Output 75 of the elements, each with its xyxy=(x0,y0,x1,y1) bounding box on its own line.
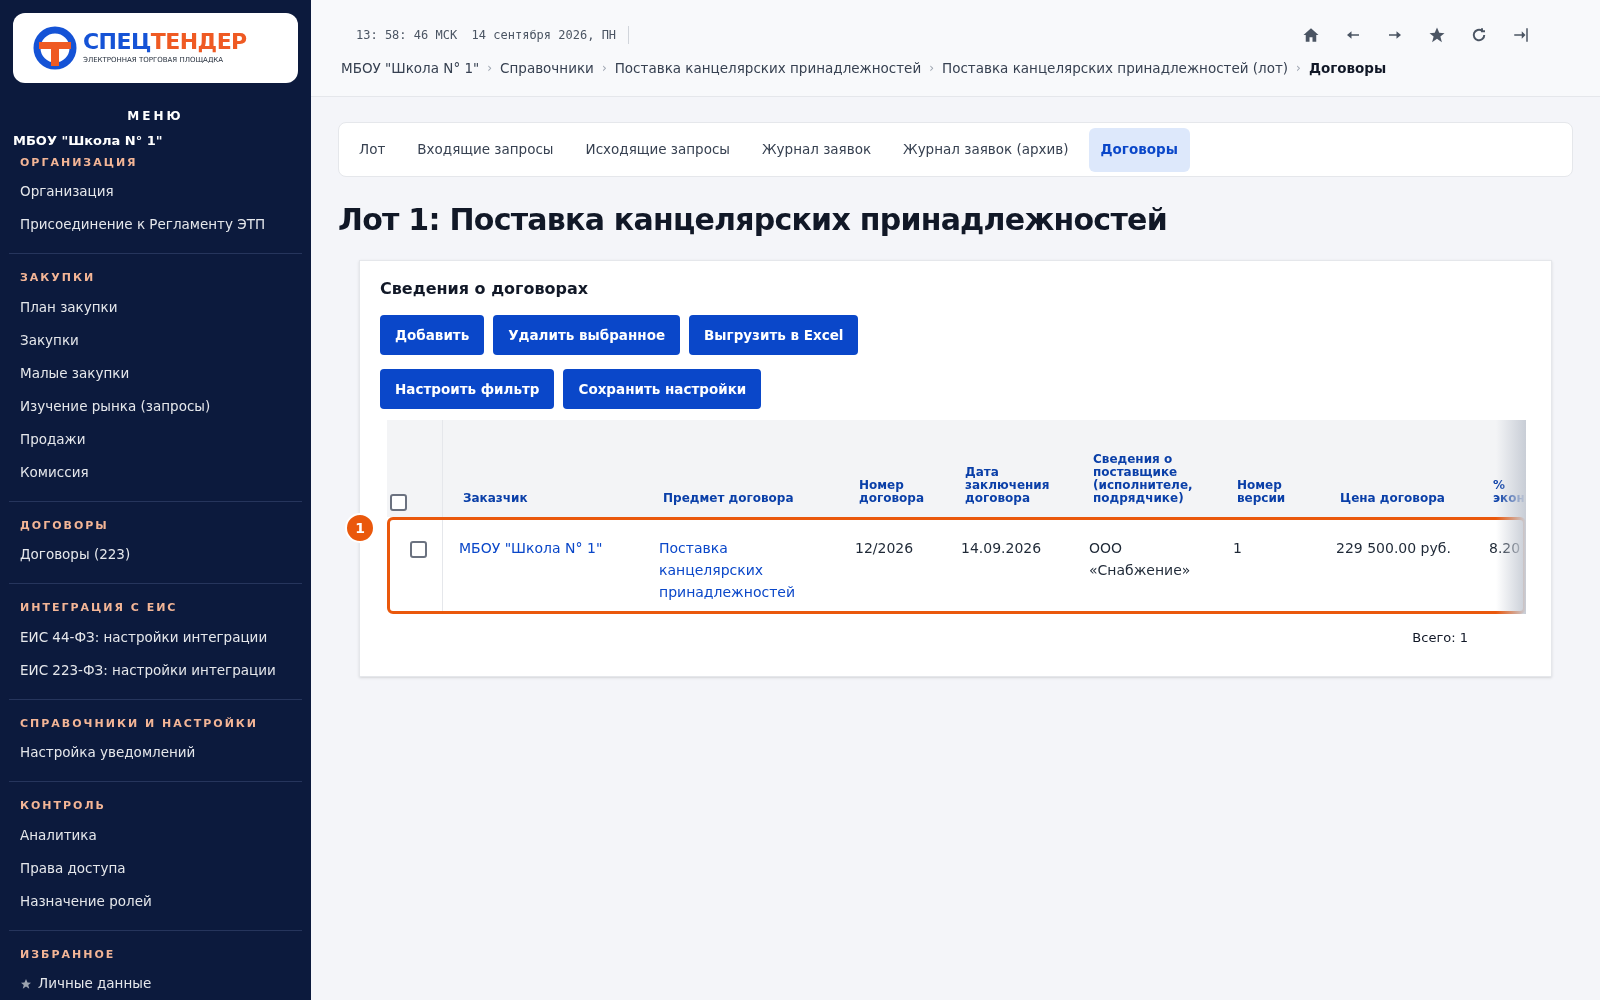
column-header[interactable]: Номер версии xyxy=(1237,479,1316,505)
logo-icon xyxy=(33,26,77,70)
action-button[interactable]: Выгрузить в Excel xyxy=(689,315,859,355)
menu-item[interactable]: ЕИС 44-ФЗ: настройки интеграции xyxy=(9,620,302,654)
menu-item[interactable]: Изучение рынка (запросы) xyxy=(9,389,302,423)
total-count: Всего: 1 xyxy=(1412,629,1468,647)
menu-item[interactable]: Права доступа xyxy=(9,851,302,885)
section-heading: ОРГАНИЗАЦИЯ xyxy=(19,154,139,171)
breadcrumb-separator: › xyxy=(601,60,607,78)
menu-item[interactable]: Продажи xyxy=(9,422,302,456)
column-header[interactable]: Номер договора xyxy=(859,479,941,505)
tab[interactable]: Журнал заявок xyxy=(750,127,884,172)
star-icon[interactable] xyxy=(1428,26,1446,44)
page-title: Лот 1: Поставка канцелярских принадлежностей xyxy=(338,201,1168,239)
refresh-icon[interactable] xyxy=(1470,26,1488,44)
menu-item[interactable]: Присоединение к Регламенту ЭТП xyxy=(9,208,302,241)
table-cell-text: ООО «Снабжение» xyxy=(1089,539,1192,580)
callout-badge: 1 xyxy=(345,513,375,543)
section-heading: ИЗБРАННОЕ xyxy=(19,946,117,963)
menu-title: МЕНЮ xyxy=(126,108,185,125)
menu-item[interactable]: Комиссия xyxy=(9,455,302,489)
menu-item[interactable]: Настройка уведомлений xyxy=(9,736,302,769)
column-header[interactable]: Заказчик xyxy=(463,492,528,505)
breadcrumb-separator: › xyxy=(929,60,934,78)
menu-item[interactable]: Личные данные xyxy=(9,967,302,1000)
column-header[interactable]: Предмет договора xyxy=(663,492,794,505)
breadcrumb-separator: › xyxy=(1296,60,1301,78)
organization-name: МБОУ "Школа N° 1" xyxy=(12,132,164,150)
breadcrumb[interactable]: Поставка канцелярских принадлежностей xyxy=(614,58,922,79)
clock: 13: 58: 46 МСК 14 сентября 2026, ПН xyxy=(356,26,630,44)
action-button[interactable]: Настроить фильтр xyxy=(380,369,555,409)
column-header[interactable]: Сведения о поставщике (исполнителе, подрядчике) xyxy=(1093,453,1213,505)
logo-wordmark: СПЕЦТЕНДЕР xyxy=(83,30,247,53)
table-cell-text: 1 xyxy=(1233,539,1243,558)
tab[interactable]: Лот xyxy=(347,127,398,172)
tab[interactable]: Журнал заявок (архив) xyxy=(891,127,1081,172)
menu-item[interactable]: ЕИС 223-ФЗ: настройки интеграции xyxy=(9,653,302,687)
menu-item[interactable]: Назначение ролей xyxy=(9,884,302,918)
table-cell-text: 8.20 xyxy=(1489,539,1522,558)
breadcrumb[interactable]: Договоры xyxy=(1308,58,1387,79)
checkbox[interactable] xyxy=(390,494,407,511)
action-button[interactable]: Удалить выбранное xyxy=(493,315,681,355)
table-cell-text: 12/2026 xyxy=(855,539,915,558)
action-button[interactable]: Добавить xyxy=(380,315,485,355)
table-cell-text: 14.09.2026 xyxy=(961,539,1043,558)
menu-item[interactable]: Договоры (223) xyxy=(9,538,302,571)
table-cell[interactable]: МБОУ "Школа N° 1" xyxy=(459,537,635,559)
checkbox[interactable] xyxy=(410,541,427,558)
section-heading: СПРАВОЧНИКИ И НАСТРОЙКИ xyxy=(19,715,260,732)
home-icon[interactable] xyxy=(1302,26,1320,44)
column-header[interactable]: Цена договора xyxy=(1340,492,1445,505)
menu-item[interactable]: Организация xyxy=(9,175,302,208)
section-heading: ЗАКУПКИ xyxy=(19,270,97,286)
table-row[interactable]: МБОУ "Школа N° 1" Поставка канцелярских принадлежностей 12/2026 14.09.2026 ООО «Снабжение» 1 229 500.00 руб. 8.20 xyxy=(387,517,1526,614)
breadcrumb-separator: › xyxy=(487,60,493,78)
breadcrumb[interactable]: МБОУ "Школа N° 1" xyxy=(341,58,480,79)
table-cell-text: 229 500.00 руб. xyxy=(1336,539,1452,558)
section-heading: ДОГОВОРЫ xyxy=(19,517,110,534)
breadcrumb[interactable]: Справочники xyxy=(500,58,594,79)
menu-item[interactable]: Аналитика xyxy=(9,818,302,852)
tab[interactable]: Исходящие запросы xyxy=(573,127,743,172)
section-heading: ИНТЕГРАЦИЯ С ЕИС xyxy=(19,600,179,616)
action-button[interactable]: Сохранить настройки xyxy=(563,369,762,409)
menu-item[interactable]: План закупки xyxy=(9,290,302,324)
tab[interactable]: Входящие запросы xyxy=(405,127,566,172)
column-header[interactable]: % экон xyxy=(1493,479,1526,505)
breadcrumb[interactable]: Поставка канцелярских принадлежностей (лот) xyxy=(942,58,1289,79)
table-cell[interactable]: Поставка канцелярских принадлежностей xyxy=(659,537,831,603)
section-heading: КОНТРОЛЬ xyxy=(19,798,107,814)
logout-icon[interactable] xyxy=(1512,26,1530,44)
menu-item[interactable]: Закупки xyxy=(9,323,302,357)
column-header[interactable]: Дата заключения договора xyxy=(965,466,1069,505)
tab[interactable]: Договоры xyxy=(1088,127,1190,172)
card-title: Сведения о договорах xyxy=(380,278,590,300)
menu-item[interactable]: Малые закупки xyxy=(9,356,302,390)
